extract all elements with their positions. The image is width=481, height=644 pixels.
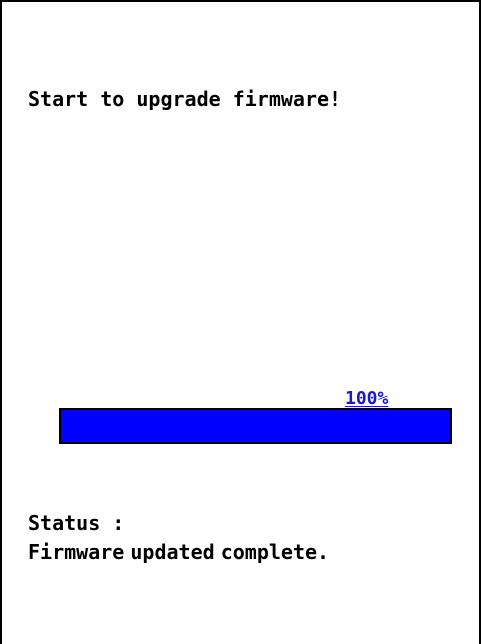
status-label: Status : — [28, 511, 125, 535]
upgrade-heading: Start to upgrade firmware! — [28, 87, 342, 111]
progress-percent-label: 100% — [345, 388, 389, 409]
progress-bar-fill — [61, 410, 450, 442]
progress-bar — [59, 408, 452, 444]
firmware-upgrade-screen: Start to upgrade firmware! 100% Status :… — [0, 0, 481, 644]
status-message: Firmware updated complete. — [28, 540, 330, 564]
